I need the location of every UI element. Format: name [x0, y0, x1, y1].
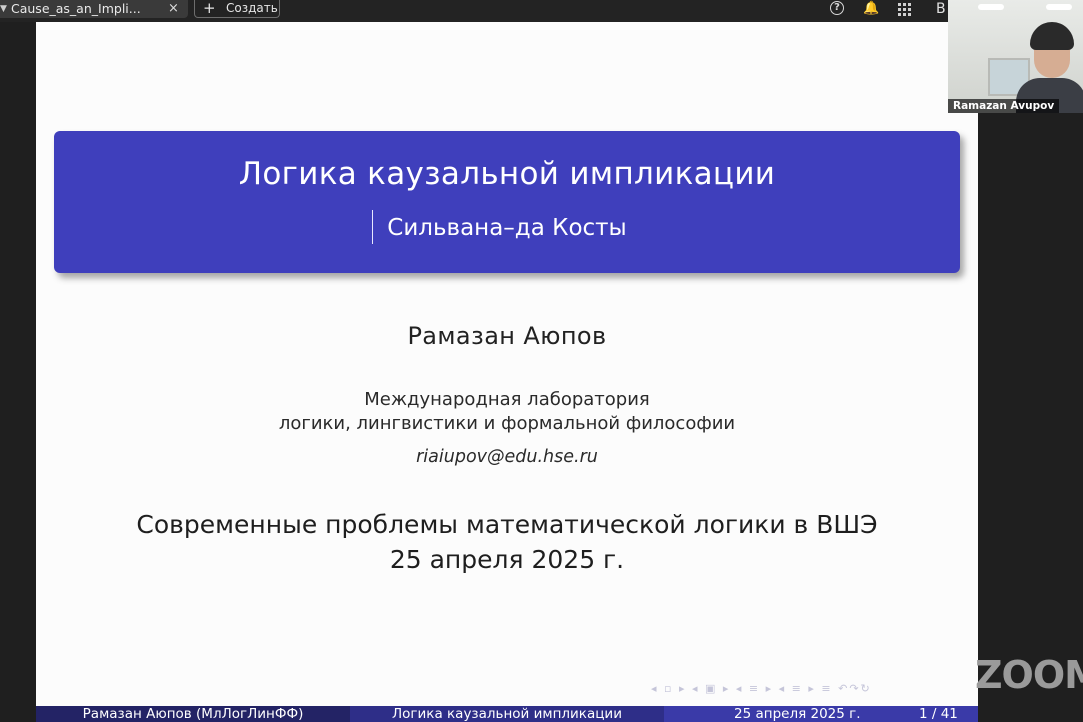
ceiling-light — [978, 4, 1004, 10]
create-button[interactable]: + Создать — [194, 0, 280, 18]
event-name: Современные проблемы математической логи… — [136, 510, 878, 539]
footer-page-number: 1 / 41 — [919, 706, 958, 722]
apps-grid-icon[interactable] — [897, 0, 911, 18]
browser-tab[interactable]: ▼ Cause_as_an_Impli... × — [0, 0, 188, 18]
slide-subtitle: Сильвана–да Косты — [387, 215, 627, 241]
footer-author: Рамазан Аюпов (МлЛогЛинФФ) — [36, 706, 350, 722]
footer-date: 25 апреля 2025 г. — [734, 706, 861, 722]
tab-dropdown-icon[interactable]: ▼ — [0, 0, 7, 18]
slide-title: Логика каузальной импликации — [238, 156, 776, 192]
plus-icon: + — [203, 0, 216, 17]
footer-title: Логика каузальной импликации — [350, 706, 664, 722]
beamer-navigation-icons[interactable]: ◂ ▫ ▸ ◂ ▣ ▸ ◂ ≡ ▸ ◂ ≡ ▸ ≡ ↶↷↻ — [651, 682, 971, 696]
bell-icon[interactable]: 🔔 — [863, 0, 879, 18]
footer-right: 25 апреля 2025 г. 1 / 41 — [664, 706, 978, 722]
create-button-label: Создать — [226, 1, 278, 15]
participant-name-label: Ramazan Avupov — [948, 99, 1060, 113]
title-block: Логика каузальной импликации Сильвана–да… — [54, 131, 960, 273]
event-date: 25 апреля 2025 г. — [389, 545, 625, 574]
slide-footer: Рамазан Аюпов (МлЛогЛинФФ) Логика каузал… — [36, 706, 978, 722]
tab-title: Cause_as_an_Impli... — [11, 1, 141, 16]
browser-toolbar: ▼ Cause_as_an_Impli... × + Создать ? 🔔 B — [0, 0, 1083, 22]
account-button[interactable]: B — [936, 0, 946, 18]
ceiling-light — [1046, 4, 1072, 10]
presentation-slide: Логика каузальной импликации Сильвана–да… — [36, 22, 978, 722]
close-icon[interactable]: × — [168, 0, 179, 18]
affiliation-line-1: Международная лаборатория — [364, 389, 650, 410]
author-email: riaiupov@edu.hse.ru — [416, 447, 598, 467]
participant-video[interactable]: Ramazan Avupov — [948, 0, 1083, 113]
affiliation-line-2: логики, лингвистики и формальной философ… — [278, 413, 736, 434]
help-icon[interactable]: ? — [830, 1, 844, 15]
zoom-logo: ZOOM — [975, 653, 1083, 697]
author-name: Рамазан Аюпов — [407, 322, 607, 350]
